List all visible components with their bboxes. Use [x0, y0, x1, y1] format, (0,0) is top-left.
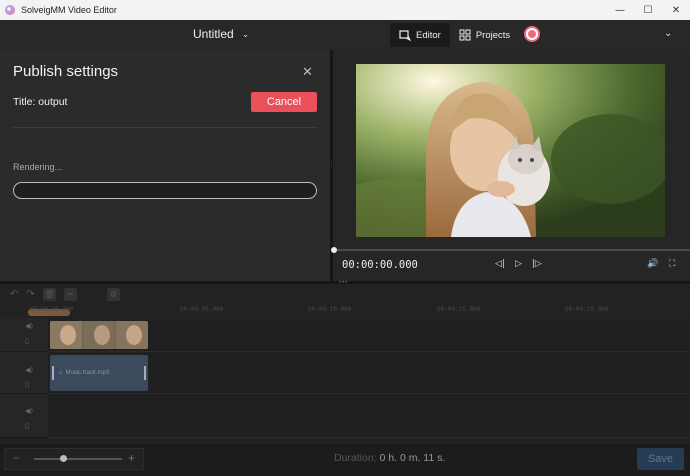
window-controls: — ☐ ✕ — [606, 0, 690, 20]
audio-clip-label-wrap: ♫ Music track.mp3 — [58, 370, 109, 376]
duration-readout: Duration: 0 h. 0 m. 11 s. — [334, 452, 445, 464]
video-track-header — [0, 318, 48, 352]
save-button[interactable]: Save — [637, 448, 684, 470]
next-frame-icon[interactable]: |▷ — [532, 259, 542, 269]
play-icon[interactable]: ▷ — [515, 259, 522, 269]
panel-title: Publish settings — [13, 63, 119, 80]
main-tabs: Editor Projects — [390, 23, 519, 47]
playback-scrubber[interactable] — [333, 249, 690, 251]
app-header: Untitled ⌄ Editor Projects ⌄ — [0, 20, 690, 50]
zoom-in-button[interactable]: + — [128, 451, 135, 465]
header-menu-chevron-icon[interactable]: ⌄ — [664, 28, 672, 39]
clip-trim-handle-left[interactable] — [52, 366, 54, 380]
redo-icon[interactable]: ↷ — [26, 289, 34, 300]
transport-controls: ◁| ▷ |▷ — [495, 259, 542, 269]
tab-projects[interactable]: Projects — [450, 23, 519, 47]
track-delete-icon[interactable]: ▯ — [25, 381, 29, 389]
app-title: SolveigMM Video Editor — [21, 5, 117, 15]
volume-icon[interactable]: 🔊 — [647, 259, 658, 269]
track-mute-icon[interactable]: ◀) — [25, 366, 33, 374]
empty-track-lane[interactable] — [48, 394, 690, 438]
maximize-button[interactable]: ☐ — [634, 0, 662, 20]
splitter-grip-icon: · · · — [330, 158, 333, 171]
video-clip-thumbnails — [50, 321, 148, 349]
close-window-button[interactable]: ✕ — [662, 0, 690, 20]
publish-settings-panel: Publish settings ✕ Title: output Cancel … — [0, 50, 330, 282]
document-title: Untitled — [193, 27, 234, 41]
zoom-slider[interactable] — [34, 458, 122, 460]
clip-trim-handle-right[interactable] — [144, 366, 146, 380]
ruler-label: 00:00:15.000 — [437, 306, 481, 313]
scrubber-handle[interactable] — [331, 247, 337, 253]
audio-track-header — [0, 352, 48, 394]
close-panel-icon[interactable]: ✕ — [302, 65, 313, 80]
current-timecode: 00:00:00.000 — [342, 259, 418, 271]
grid-icon — [459, 29, 471, 41]
settings-icon[interactable]: ⚙ — [106, 287, 120, 301]
video-preview — [356, 64, 665, 237]
tab-editor-label: Editor — [416, 29, 441, 41]
track-mute-icon[interactable]: ◀) — [25, 407, 33, 415]
ruler-label: 00:00:20.000 — [565, 306, 609, 313]
previous-frame-icon[interactable]: ◁| — [495, 259, 505, 269]
duration-value: 0 h. 0 m. 11 s. — [379, 452, 446, 464]
duration-label: Duration: — [334, 452, 377, 464]
track-delete-icon[interactable]: ▯ — [25, 337, 29, 345]
split-icon[interactable]: ✂ — [63, 287, 77, 301]
zoom-slider-thumb[interactable] — [59, 455, 67, 462]
tab-projects-label: Projects — [475, 29, 511, 41]
tab-editor[interactable]: Editor — [390, 23, 450, 47]
timeline-toolbar: ↶ ↷ 🗑 ✂ ⚙ — [0, 284, 690, 304]
cancel-button[interactable]: Cancel — [251, 92, 317, 112]
timeline-ruler[interactable]: 00:00:00.000 00:00:05.000 00:00:10.000 0… — [30, 306, 690, 316]
minimize-button[interactable]: — — [606, 0, 634, 20]
delete-icon[interactable]: 🗑 — [42, 287, 56, 301]
ruler-label: 00:00:05.000 — [180, 306, 224, 313]
ruler-label: 00:00:10.000 — [308, 306, 352, 313]
account-avatar[interactable] — [524, 26, 540, 42]
rendering-status: Rendering... — [13, 162, 63, 172]
audio-clip-label: Music track.mp3 — [65, 370, 110, 376]
music-note-icon: ♫ — [58, 370, 63, 376]
divider — [13, 127, 317, 128]
fullscreen-icon[interactable]: ⛶ — [669, 259, 675, 269]
rendering-progress-bar — [13, 182, 317, 199]
track-delete-icon[interactable]: ▯ — [25, 422, 29, 430]
editor-icon — [399, 30, 411, 41]
app-logo-icon — [5, 5, 15, 15]
output-title-label: Title: output — [13, 96, 68, 108]
zoom-out-button[interactable]: − — [13, 451, 20, 465]
video-frame-image — [356, 64, 665, 237]
chevron-down-icon: ⌄ — [241, 28, 250, 39]
video-clip[interactable] — [50, 321, 148, 349]
track-mute-icon[interactable]: ◀) — [25, 322, 33, 330]
window-titlebar: SolveigMM Video Editor — ☐ ✕ — [0, 0, 690, 20]
empty-track-header — [0, 394, 48, 438]
undo-icon[interactable]: ↶ — [10, 289, 18, 300]
ruler-label: 00:00:00.000 — [30, 306, 74, 313]
document-title-dropdown[interactable]: Untitled ⌄ — [193, 27, 249, 41]
